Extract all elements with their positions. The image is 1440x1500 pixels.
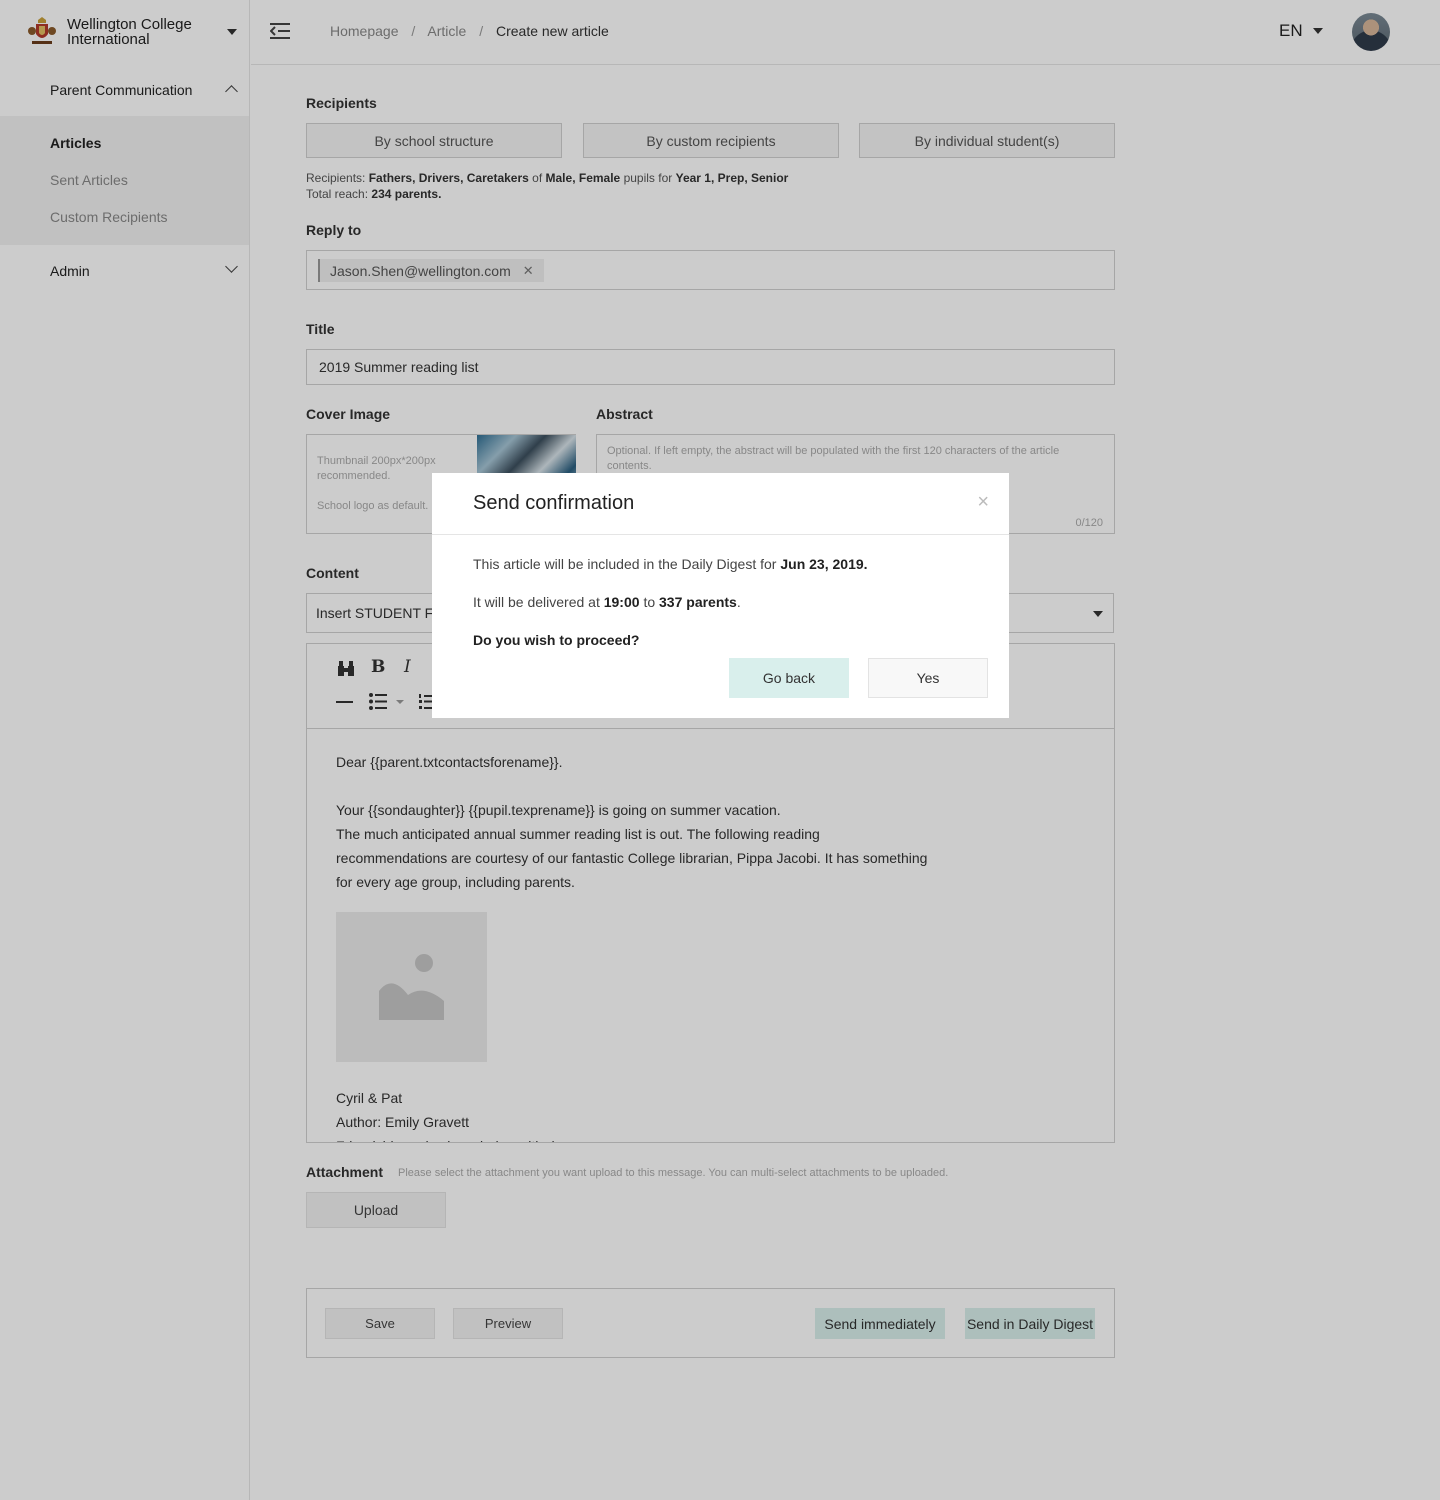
digest-date-message: This article will be included in the Dai… [473,556,868,572]
delivery-prefix: It will be delivered at [473,594,600,610]
digest-date-prefix: This article will be included in the Dai… [473,556,777,572]
yes-button[interactable]: Yes [868,658,988,698]
delivery-count: 337 parents [659,594,737,610]
digest-date: Jun 23, 2019. [780,556,868,572]
dialog-title: Send confirmation [473,492,635,514]
go-back-button[interactable]: Go back [729,658,849,698]
modal-backdrop[interactable] [0,0,1440,1500]
dialog-header: Send confirmation × [432,473,1009,535]
delivery-time: 19:00 [603,594,640,610]
proceed-question: Do you wish to proceed? [473,632,640,648]
delivery-end: . [736,594,741,610]
close-icon[interactable]: × [977,491,989,514]
delivery-to: to [643,594,656,610]
send-confirmation-dialog: Send confirmation × This article will be… [432,473,1009,718]
delivery-message: It will be delivered at 19:00 to 337 par… [473,594,741,610]
